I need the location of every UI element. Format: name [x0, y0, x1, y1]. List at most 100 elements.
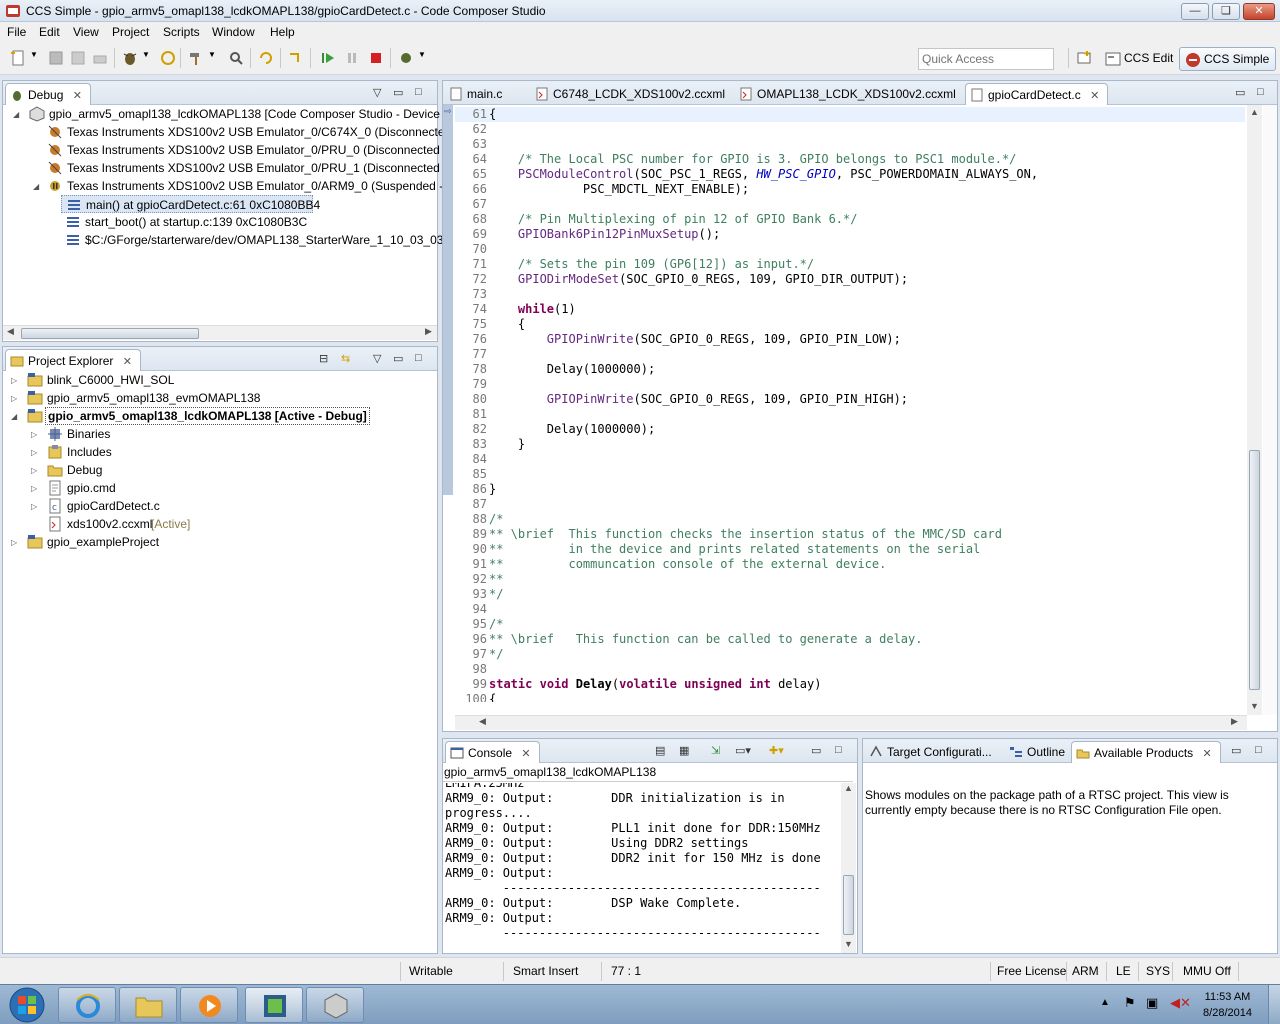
tab-debug[interactable]: Debug ✕: [5, 83, 91, 105]
scroll-up-icon[interactable]: ▲: [1250, 107, 1259, 117]
start-button[interactable]: [4, 986, 50, 1024]
debug-hscrollbar[interactable]: ◀ ▶: [3, 325, 437, 340]
close-tab-icon[interactable]: ✕: [73, 90, 82, 102]
status-license[interactable]: Free License: [997, 964, 1066, 978]
build-hammer-icon[interactable]: [188, 50, 204, 66]
close-tab-icon[interactable]: ✕: [521, 748, 530, 760]
debug-settings-icon[interactable]: [398, 50, 414, 66]
maximize-button[interactable]: ❏: [1212, 3, 1240, 20]
close-tab-icon[interactable]: ✕: [1090, 90, 1099, 102]
close-window-button[interactable]: ✕: [1243, 3, 1275, 20]
menu-scripts[interactable]: Scripts: [163, 25, 200, 39]
tab-c6748-ccxml[interactable]: C6748_LCDK_XDS100v2.ccxml: [531, 83, 733, 105]
debug-bug-icon[interactable]: [122, 50, 138, 66]
console-vscrollbar[interactable]: ▲ ▼: [841, 783, 856, 953]
minimize-view-icon[interactable]: ▭: [1235, 86, 1245, 99]
menu-project[interactable]: Project: [112, 25, 149, 39]
tab-target-configurations[interactable]: Target Configurati...: [865, 741, 1000, 763]
expand-icon[interactable]: ▷: [11, 538, 20, 547]
tab-main-c[interactable]: main.c: [445, 83, 510, 105]
maximize-view-icon[interactable]: □: [835, 744, 842, 756]
menu-help[interactable]: Help: [270, 25, 295, 39]
taskbar-explorer[interactable]: [119, 987, 177, 1023]
volume-muted-icon[interactable]: ◀✕: [1170, 995, 1191, 1011]
scroll-lock-icon[interactable]: ▦: [679, 744, 689, 757]
stack-frame-main[interactable]: main() at gpioCardDetect.c:61 0xC1080BB4: [61, 195, 320, 213]
pin-console-icon[interactable]: ⇲: [711, 744, 720, 757]
scroll-down-icon[interactable]: ▼: [1250, 701, 1259, 711]
scroll-right-icon[interactable]: ▶: [1231, 716, 1238, 727]
menu-view[interactable]: View: [73, 25, 99, 39]
scroll-right-icon[interactable]: ▶: [425, 326, 432, 337]
menu-edit[interactable]: Edit: [39, 25, 60, 39]
step-return-icon[interactable]: [288, 50, 304, 66]
taskbar-media-player[interactable]: [180, 987, 238, 1023]
close-tab-icon[interactable]: ✕: [1203, 748, 1212, 760]
menu-file[interactable]: File: [7, 25, 26, 39]
suspend-icon[interactable]: [344, 50, 360, 66]
tab-omapl138-ccxml[interactable]: OMAPL138_LCDK_XDS100v2.ccxml: [735, 83, 964, 105]
maximize-view-icon[interactable]: □: [1257, 86, 1264, 98]
search-icon[interactable]: [228, 50, 244, 66]
clear-console-icon[interactable]: ▤: [655, 744, 665, 757]
minimize-view-icon[interactable]: ▭: [393, 352, 403, 365]
expand-icon[interactable]: ▷: [31, 466, 40, 475]
new-file-icon[interactable]: [10, 50, 26, 66]
show-desktop-button[interactable]: [1268, 985, 1280, 1024]
tab-gpiocarddetect-c[interactable]: gpioCardDetect.c ✕: [965, 83, 1109, 105]
view-menu-icon[interactable]: ▽: [373, 352, 381, 365]
expand-icon[interactable]: ▷: [11, 376, 20, 385]
display-console-icon[interactable]: ▭▾: [735, 744, 751, 757]
scroll-thumb[interactable]: [1249, 450, 1260, 690]
console-output[interactable]: EMIFA:25MHz ARM9_0: Output: DDR initiali…: [444, 783, 839, 943]
editor-vscrollbar[interactable]: ▲ ▼: [1247, 105, 1262, 715]
expand-icon[interactable]: ▷: [31, 502, 40, 511]
expand-icon[interactable]: ▷: [31, 484, 40, 493]
tab-available-products[interactable]: Available Products ✕: [1071, 741, 1221, 763]
restart-icon[interactable]: [258, 50, 274, 66]
expand-icon[interactable]: ▷: [31, 448, 40, 457]
resume-icon[interactable]: [320, 50, 336, 66]
close-tab-icon[interactable]: ✕: [123, 356, 132, 368]
scroll-thumb[interactable]: [21, 328, 199, 339]
perspective-ccs-edit[interactable]: CCS Edit: [1100, 47, 1179, 71]
taskbar-virtualbox[interactable]: [306, 987, 364, 1023]
settings-dropdown-icon[interactable]: ▼: [418, 50, 434, 66]
minimize-view-icon[interactable]: ▭: [1231, 744, 1241, 757]
scroll-left-icon[interactable]: ◀: [479, 716, 486, 727]
save-icon[interactable]: [48, 50, 64, 66]
print-icon[interactable]: [92, 50, 108, 66]
maximize-view-icon[interactable]: □: [415, 86, 422, 98]
maximize-view-icon[interactable]: □: [415, 352, 422, 364]
scroll-thumb[interactable]: [843, 875, 854, 935]
taskbar-ccs[interactable]: [245, 987, 303, 1023]
collapse-all-icon[interactable]: ⊟: [319, 352, 328, 365]
expand-icon[interactable]: ▷: [31, 430, 40, 439]
minimize-view-icon[interactable]: ▭: [393, 86, 403, 99]
scroll-up-icon[interactable]: ▲: [844, 783, 853, 793]
debug-dropdown-icon[interactable]: ▼: [142, 50, 158, 66]
perspective-ccs-simple[interactable]: CCS Simple: [1179, 47, 1277, 71]
expand-icon[interactable]: ▷: [11, 394, 20, 403]
system-clock[interactable]: 11:53 AM 8/28/2014: [1190, 989, 1265, 1021]
quick-access-input[interactable]: [918, 48, 1054, 70]
collapse-icon[interactable]: ◢: [11, 412, 20, 421]
minimize-view-icon[interactable]: ▭: [811, 744, 821, 757]
save-all-icon[interactable]: [70, 50, 86, 66]
new-dropdown-icon[interactable]: ▼: [30, 50, 46, 66]
action-center-flag-icon[interactable]: ⚑: [1124, 995, 1136, 1011]
collapse-icon[interactable]: ◢: [33, 182, 42, 191]
menu-window[interactable]: Window: [212, 25, 255, 39]
maximize-view-icon[interactable]: □: [1255, 744, 1262, 756]
tab-console[interactable]: Console ✕: [445, 741, 540, 763]
network-icon[interactable]: ▣: [1146, 995, 1158, 1011]
open-perspective-icon[interactable]: [1076, 50, 1092, 66]
scroll-left-icon[interactable]: ◀: [7, 326, 14, 337]
code-text-area[interactable]: 61{ 62 63 64 /* The Local PSC number for…: [455, 105, 1255, 702]
minimize-button[interactable]: —: [1181, 3, 1209, 20]
tab-project-explorer[interactable]: Project Explorer ✕: [5, 349, 141, 371]
scroll-down-icon[interactable]: ▼: [844, 939, 853, 949]
link-editor-icon[interactable]: ⇆: [341, 352, 350, 365]
taskbar-ie[interactable]: [58, 987, 116, 1023]
view-menu-icon[interactable]: ▽: [373, 86, 381, 99]
